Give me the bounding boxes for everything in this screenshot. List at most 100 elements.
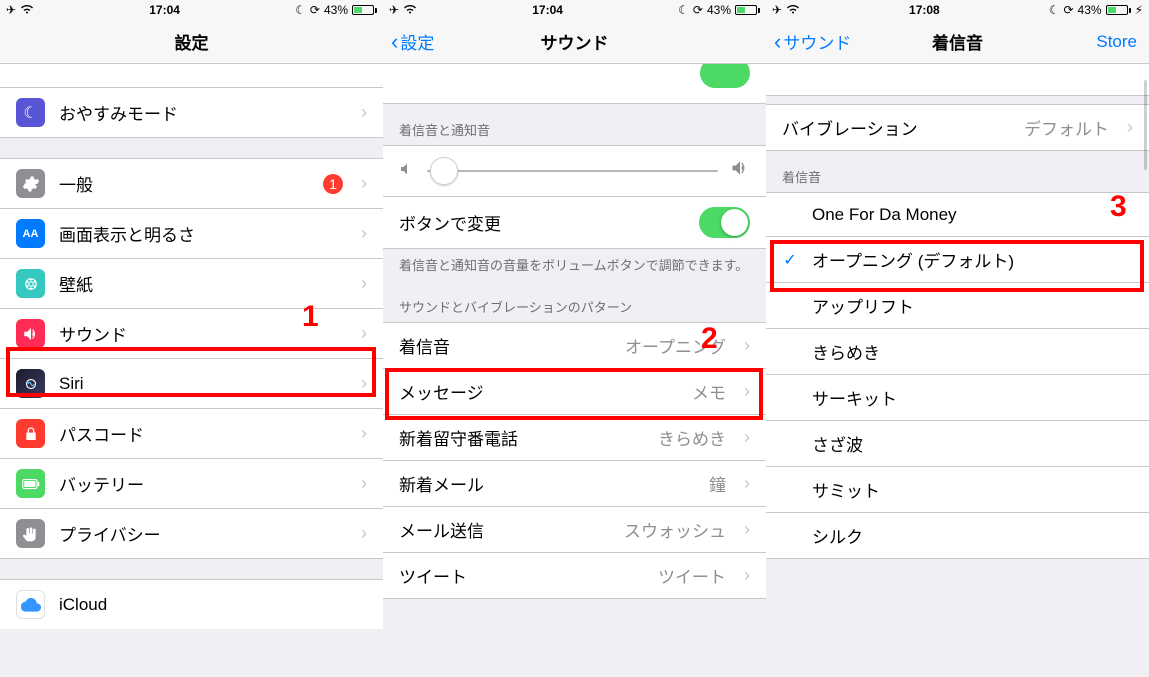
volume-slider-row[interactable] xyxy=(383,146,766,197)
row-icloud[interactable]: iCloud xyxy=(0,580,383,629)
row-label: バッテリー xyxy=(59,471,343,496)
back-button[interactable]: ‹ サウンド xyxy=(774,29,851,54)
battery-percent: 43% xyxy=(1078,3,1102,17)
chevron-right-icon: › xyxy=(744,519,750,540)
moon-icon: ☾ xyxy=(295,3,306,17)
row-tweet[interactable]: ツイート ツイート › xyxy=(383,553,766,598)
chevron-right-icon: › xyxy=(361,473,367,494)
row-battery[interactable]: バッテリー › xyxy=(0,459,383,509)
row-message[interactable]: メッセージ メモ › xyxy=(383,369,766,415)
wifi-icon xyxy=(403,3,417,17)
volume-slider[interactable] xyxy=(427,170,718,172)
row-vibration[interactable]: バイブレーション デフォルト › xyxy=(766,105,1149,150)
row-sentmail[interactable]: メール送信 スウォッシュ › xyxy=(383,507,766,553)
sound-list[interactable]: 着信音と通知音 ボタンで変更 着信音と通知音の音量をボリュームボタンで調節できま… xyxy=(383,64,766,677)
tone-row[interactable]: さざ波 xyxy=(766,421,1149,467)
lock-icon xyxy=(16,419,45,448)
nav-title: サウンド xyxy=(541,29,609,54)
back-label: サウンド xyxy=(783,29,851,54)
chevron-left-icon: ‹ xyxy=(391,31,398,53)
screen-ringtone: ✈︎ 17:08 ☾ ⟳ 43% ⚡︎ ‹ サウンド 着信音 Store バイ xyxy=(766,0,1149,677)
row-wallpaper[interactable]: 壁紙 › xyxy=(0,259,383,309)
tone-row[interactable]: サミット xyxy=(766,467,1149,513)
settings-list[interactable]: ☾ おやすみモード › 一般 1 › AA 画面表示と明るさ › xyxy=(0,64,383,677)
airplane-icon: ✈︎ xyxy=(772,3,782,17)
icloud-icon xyxy=(16,590,45,619)
siri-icon xyxy=(16,369,45,398)
chevron-right-icon: › xyxy=(361,102,367,123)
chevron-right-icon: › xyxy=(361,423,367,444)
row-label: バイブレーション xyxy=(782,115,1010,140)
row-label: メール送信 xyxy=(399,517,610,542)
tone-label: オープニング (デフォルト) xyxy=(812,247,1133,272)
chevron-right-icon: › xyxy=(361,323,367,344)
back-button[interactable]: ‹ 設定 xyxy=(391,29,434,54)
toggle-switch[interactable] xyxy=(699,207,750,238)
chevron-right-icon: › xyxy=(361,373,367,394)
status-bar: ✈︎ 17:04 ☾ ⟳ 43% xyxy=(383,0,766,20)
row-label: ボタンで変更 xyxy=(399,210,685,235)
row-privacy[interactable]: プライバシー › xyxy=(0,509,383,558)
battery-percent: 43% xyxy=(324,3,348,17)
chevron-right-icon: › xyxy=(361,273,367,294)
tone-label: サーキット xyxy=(812,385,1133,410)
row-voicemail[interactable]: 新着留守番電話 きらめき › xyxy=(383,415,766,461)
screen-settings: ✈︎ 17:04 ☾ ⟳ 43% 設定 ☾ おやすみモード › xyxy=(0,0,383,677)
row-value: ツイート xyxy=(658,563,726,588)
tone-row[interactable]: きらめき xyxy=(766,329,1149,375)
tone-row[interactable]: シルク xyxy=(766,513,1149,558)
screen-sound: ✈︎ 17:04 ☾ ⟳ 43% ‹ 設定 サウンド 着信音と通知音 xyxy=(383,0,766,677)
nav-title: 着信音 xyxy=(932,29,983,54)
chevron-right-icon: › xyxy=(361,523,367,544)
store-button[interactable]: Store xyxy=(1096,32,1137,52)
moon-icon: ☾ xyxy=(1049,3,1060,17)
row-general[interactable]: 一般 1 › xyxy=(0,159,383,209)
charging-icon: ⚡︎ xyxy=(1135,3,1143,17)
group-header: 着信音 xyxy=(766,151,1149,192)
row-value: デフォルト xyxy=(1024,115,1109,140)
speaker-low-icon xyxy=(399,161,415,182)
row-siri[interactable]: Siri › xyxy=(0,359,383,409)
row-label: 新着メール xyxy=(399,471,695,496)
chevron-right-icon: › xyxy=(744,381,750,402)
nav-title: 設定 xyxy=(175,29,209,54)
row-value: きらめき xyxy=(658,425,726,450)
row-ringtone[interactable]: 着信音 オープニング › xyxy=(383,323,766,369)
scrollbar[interactable] xyxy=(1144,80,1147,170)
row-value: 鐘 xyxy=(709,471,726,496)
tone-label: サミット xyxy=(812,477,1133,502)
row-change-with-buttons[interactable]: ボタンで変更 xyxy=(383,197,766,248)
status-bar: ✈︎ 17:08 ☾ ⟳ 43% ⚡︎ xyxy=(766,0,1149,20)
group-footer: 着信音と通知音の音量をボリュームボタンで調節できます。 xyxy=(383,249,766,281)
lock-rotation-icon: ⟳ xyxy=(693,3,703,17)
row-display[interactable]: AA 画面表示と明るさ › xyxy=(0,209,383,259)
ringtone-list[interactable]: バイブレーション デフォルト › 着信音 One For Da Money ✓オー… xyxy=(766,64,1149,677)
slider-thumb[interactable] xyxy=(430,157,458,185)
moon-icon: ☾ xyxy=(678,3,689,17)
tone-label: One For Da Money xyxy=(812,205,1133,225)
tone-row[interactable]: One For Da Money xyxy=(766,193,1149,237)
partial-row xyxy=(0,64,383,88)
row-do-not-disturb[interactable]: ☾ おやすみモード › xyxy=(0,88,383,137)
tone-row[interactable]: ✓オープニング (デフォルト) xyxy=(766,237,1149,283)
row-label: おやすみモード xyxy=(59,100,343,125)
battery-icon xyxy=(16,469,45,498)
tone-row[interactable]: アップリフト xyxy=(766,283,1149,329)
row-sound[interactable]: サウンド › xyxy=(0,309,383,359)
back-label: 設定 xyxy=(400,29,434,54)
tone-row[interactable]: サーキット xyxy=(766,375,1149,421)
row-label: ツイート xyxy=(399,563,644,588)
row-newmail[interactable]: 新着メール 鐘 › xyxy=(383,461,766,507)
tone-label: きらめき xyxy=(812,339,1133,364)
chevron-right-icon: › xyxy=(361,223,367,244)
nav-bar: 設定 xyxy=(0,20,383,64)
speaker-high-icon xyxy=(730,158,750,184)
row-label: プライバシー xyxy=(59,521,343,546)
group-header: 着信音と通知音 xyxy=(383,104,766,145)
chevron-right-icon: › xyxy=(744,565,750,586)
wifi-icon xyxy=(20,3,34,17)
row-value: メモ xyxy=(692,379,726,404)
row-passcode[interactable]: パスコード › xyxy=(0,409,383,459)
lock-rotation-icon: ⟳ xyxy=(310,3,320,17)
hand-icon xyxy=(16,519,45,548)
